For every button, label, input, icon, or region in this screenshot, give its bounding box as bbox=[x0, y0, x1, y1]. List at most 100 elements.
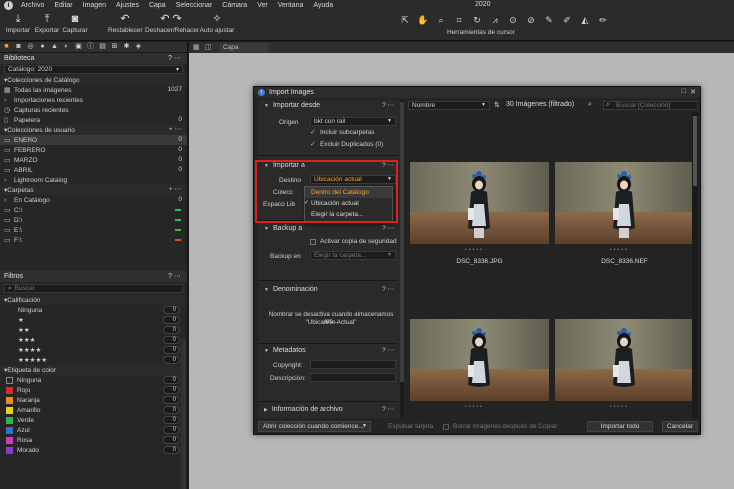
undo-redo-button[interactable]: ↶ ↷ Deshacer/Rehacer bbox=[145, 13, 199, 34]
styles-tab-icon[interactable]: ✱ bbox=[122, 43, 131, 51]
folder-e[interactable]: ▭ E:\ bbox=[0, 225, 187, 235]
add-folder-icon[interactable]: + ⋯ bbox=[169, 185, 181, 193]
section-menu-icon[interactable]: ? ⋯ bbox=[382, 405, 394, 413]
menu-ajustes[interactable]: Ajustes bbox=[111, 2, 144, 9]
settings-scrollbar[interactable] bbox=[400, 100, 404, 418]
settings-scroll-thumb[interactable] bbox=[400, 102, 404, 382]
layer-select[interactable]: Capa bbox=[220, 43, 268, 52]
color-green[interactable]: Verde 0 bbox=[0, 415, 187, 425]
exposure-tab-icon[interactable]: ▲ bbox=[50, 43, 59, 51]
cancel-button[interactable]: Cancelar bbox=[662, 421, 698, 432]
thumbnail-rating-dots[interactable]: ••••• bbox=[465, 404, 484, 410]
include-subfolders-checkbox[interactable]: ✓ Incluir subcarpetas bbox=[310, 129, 375, 137]
hand-icon[interactable]: ✋ bbox=[416, 14, 430, 26]
sort-direction-icon[interactable]: ⇅ bbox=[494, 101, 500, 109]
lens-tab-icon[interactable]: ◎ bbox=[26, 43, 35, 51]
menu-ayuda[interactable]: Ayuda bbox=[308, 2, 338, 9]
menu-ver[interactable]: Ver bbox=[252, 2, 273, 9]
mask-icon[interactable]: ⊘ bbox=[524, 14, 538, 26]
detail-tab-icon[interactable]: ◐ bbox=[62, 43, 71, 51]
color-pink[interactable]: Rosa 0 bbox=[0, 435, 187, 445]
grid-scrollbar[interactable] bbox=[692, 112, 698, 418]
reset-button[interactable]: ↶ Restablecer bbox=[108, 13, 143, 34]
section-menu-icon[interactable]: ? ⋯ bbox=[382, 224, 394, 232]
auto-adjust-button[interactable]: ✧ Auto ajustar bbox=[199, 13, 235, 34]
menu-imagen[interactable]: Imagen bbox=[78, 2, 111, 9]
capture-button[interactable]: ◙ Capturar bbox=[62, 13, 88, 34]
thumbnail-rating-dots[interactable]: ••••• bbox=[610, 404, 629, 410]
collection-recent-captures[interactable]: ◷ Capturas recientes bbox=[0, 105, 187, 115]
sort-select[interactable]: Nombre ▼ bbox=[408, 101, 490, 110]
folder-f[interactable]: ▭ F:\ bbox=[0, 235, 187, 245]
import-all-button[interactable]: Importar todo bbox=[587, 421, 653, 432]
layers-icon[interactable]: ◫ bbox=[205, 43, 212, 51]
capture-tab-icon[interactable]: ◙ bbox=[14, 43, 23, 51]
color-orange[interactable]: Naranja 0 bbox=[0, 395, 187, 405]
color-tab-icon[interactable]: ● bbox=[38, 43, 47, 51]
maximize-icon[interactable]: □ bbox=[682, 88, 686, 95]
import-button[interactable]: ⤓ Importar bbox=[5, 13, 31, 34]
menu-ventana[interactable]: Ventana bbox=[273, 2, 309, 9]
metadata-header[interactable]: ▼ Metadatos ? ⋯ bbox=[258, 345, 398, 356]
section-menu-icon[interactable]: ? ⋯ bbox=[382, 101, 394, 109]
filters-menu-icon[interactable]: ? ⋯ bbox=[168, 272, 181, 280]
rotate-icon[interactable]: ↻ bbox=[470, 14, 484, 26]
eject-card-option[interactable]: Expulsar tarjeta bbox=[388, 423, 433, 430]
output-tab-icon[interactable]: ▤ bbox=[98, 43, 107, 51]
rating-3[interactable]: ★★★ 0 bbox=[0, 335, 187, 345]
collection-all-images[interactable]: ▦ Todas las imágenes 1027 bbox=[0, 85, 187, 95]
user-collection-enero[interactable]: ▭ ENERO 0 bbox=[0, 135, 187, 145]
user-collection-abril[interactable]: ▭ ABRIL 0 bbox=[0, 165, 187, 175]
folders-header[interactable]: ▾ Carpetas + ⋯ bbox=[0, 185, 187, 195]
grid-scroll-thumb[interactable] bbox=[693, 116, 697, 186]
folder-c[interactable]: ▭ C:\ bbox=[0, 205, 187, 215]
exclude-duplicates-checkbox[interactable]: ✓ Excluir Duplicados (0) bbox=[310, 141, 383, 149]
user-collection-marzo[interactable]: ▭ MARZO 0 bbox=[0, 155, 187, 165]
eyedropper-icon[interactable]: ✎ bbox=[542, 14, 556, 26]
copyright-input[interactable] bbox=[310, 360, 396, 369]
thumbnail-rating-dots[interactable]: ••••• bbox=[610, 247, 629, 253]
select-cursor-icon[interactable]: ⇱ bbox=[398, 14, 412, 26]
export-button[interactable]: ⤒ Exportar bbox=[33, 13, 61, 34]
local-tab-icon[interactable]: ▣ bbox=[74, 43, 83, 51]
activate-backup-checkbox[interactable]: Activar copia de seguridad bbox=[310, 238, 397, 245]
catalog-collections-header[interactable]: ▾ Colecciones de Catálogo bbox=[0, 75, 187, 85]
gradient-icon[interactable]: ◭ bbox=[578, 14, 592, 26]
delete-after-copy-checkbox[interactable]: Borrar imágenes después de Copiar bbox=[443, 423, 557, 430]
rating-5[interactable]: ★★★★★ 0 bbox=[0, 355, 187, 365]
open-collection-select[interactable]: Abrir colección cuando comience... ▼ bbox=[258, 421, 371, 432]
collection-recent-imports[interactable]: › Importaciones recientes bbox=[0, 95, 187, 105]
menu-archivo[interactable]: Archivo bbox=[16, 2, 49, 9]
menu-capa[interactable]: Capa bbox=[144, 2, 171, 9]
section-menu-icon[interactable]: ? ⋯ bbox=[382, 346, 394, 354]
color-red[interactable]: Rojo 0 bbox=[0, 385, 187, 395]
add-collection-icon[interactable]: + ⋯ bbox=[169, 125, 181, 133]
library-tab-icon[interactable]: ■ bbox=[2, 43, 11, 51]
zoom-search-icon[interactable]: ⌕ bbox=[588, 101, 592, 109]
menu-camara[interactable]: Cámara bbox=[217, 2, 252, 9]
color-yellow[interactable]: Amarillo 0 bbox=[0, 405, 187, 415]
color-blue[interactable]: Azul 0 bbox=[0, 425, 187, 435]
section-menu-icon[interactable]: ? ⋯ bbox=[382, 285, 394, 293]
spot-icon[interactable]: ⊙ bbox=[506, 14, 520, 26]
file-info-header[interactable]: ▶ Información de archivo ? ⋯ bbox=[258, 404, 398, 415]
user-collection-lightroom[interactable]: › Lightroom Catalog bbox=[0, 175, 187, 185]
library-header[interactable]: Biblioteca ? ⋯ bbox=[0, 53, 187, 64]
user-collections-header[interactable]: ▾ Colecciones de usuario + ⋯ bbox=[0, 125, 187, 135]
metadata-tab-icon[interactable]: ⓘ bbox=[86, 43, 95, 51]
import-from-header[interactable]: ▼ Importar desde ? ⋯ bbox=[258, 100, 398, 111]
color-purple[interactable]: Morado 0 bbox=[0, 445, 187, 455]
brush-icon[interactable]: ✐ bbox=[560, 14, 574, 26]
rating-none[interactable]: Ninguna 0 bbox=[0, 305, 187, 315]
menu-editar[interactable]: Editar bbox=[49, 2, 77, 9]
folder-d[interactable]: ▭ D:\ bbox=[0, 215, 187, 225]
color-none[interactable]: Ninguna 0 bbox=[0, 375, 187, 385]
zoom-icon[interactable]: ⌕ bbox=[434, 14, 448, 26]
rating-2[interactable]: ★★ 0 bbox=[0, 325, 187, 335]
keystone-icon[interactable]: ⩘ bbox=[488, 14, 502, 26]
origin-select[interactable]: bkt con rail ▼ bbox=[310, 117, 396, 126]
collection-trash[interactable]: ▯ Papelera 0 bbox=[0, 115, 187, 125]
backup-header[interactable]: ▼ Backup a ? ⋯ bbox=[258, 223, 398, 234]
backup-folder-select[interactable]: Elegir la carpeta... ▼ bbox=[310, 251, 396, 260]
library-menu-icon[interactable]: ? ⋯ bbox=[168, 54, 181, 62]
